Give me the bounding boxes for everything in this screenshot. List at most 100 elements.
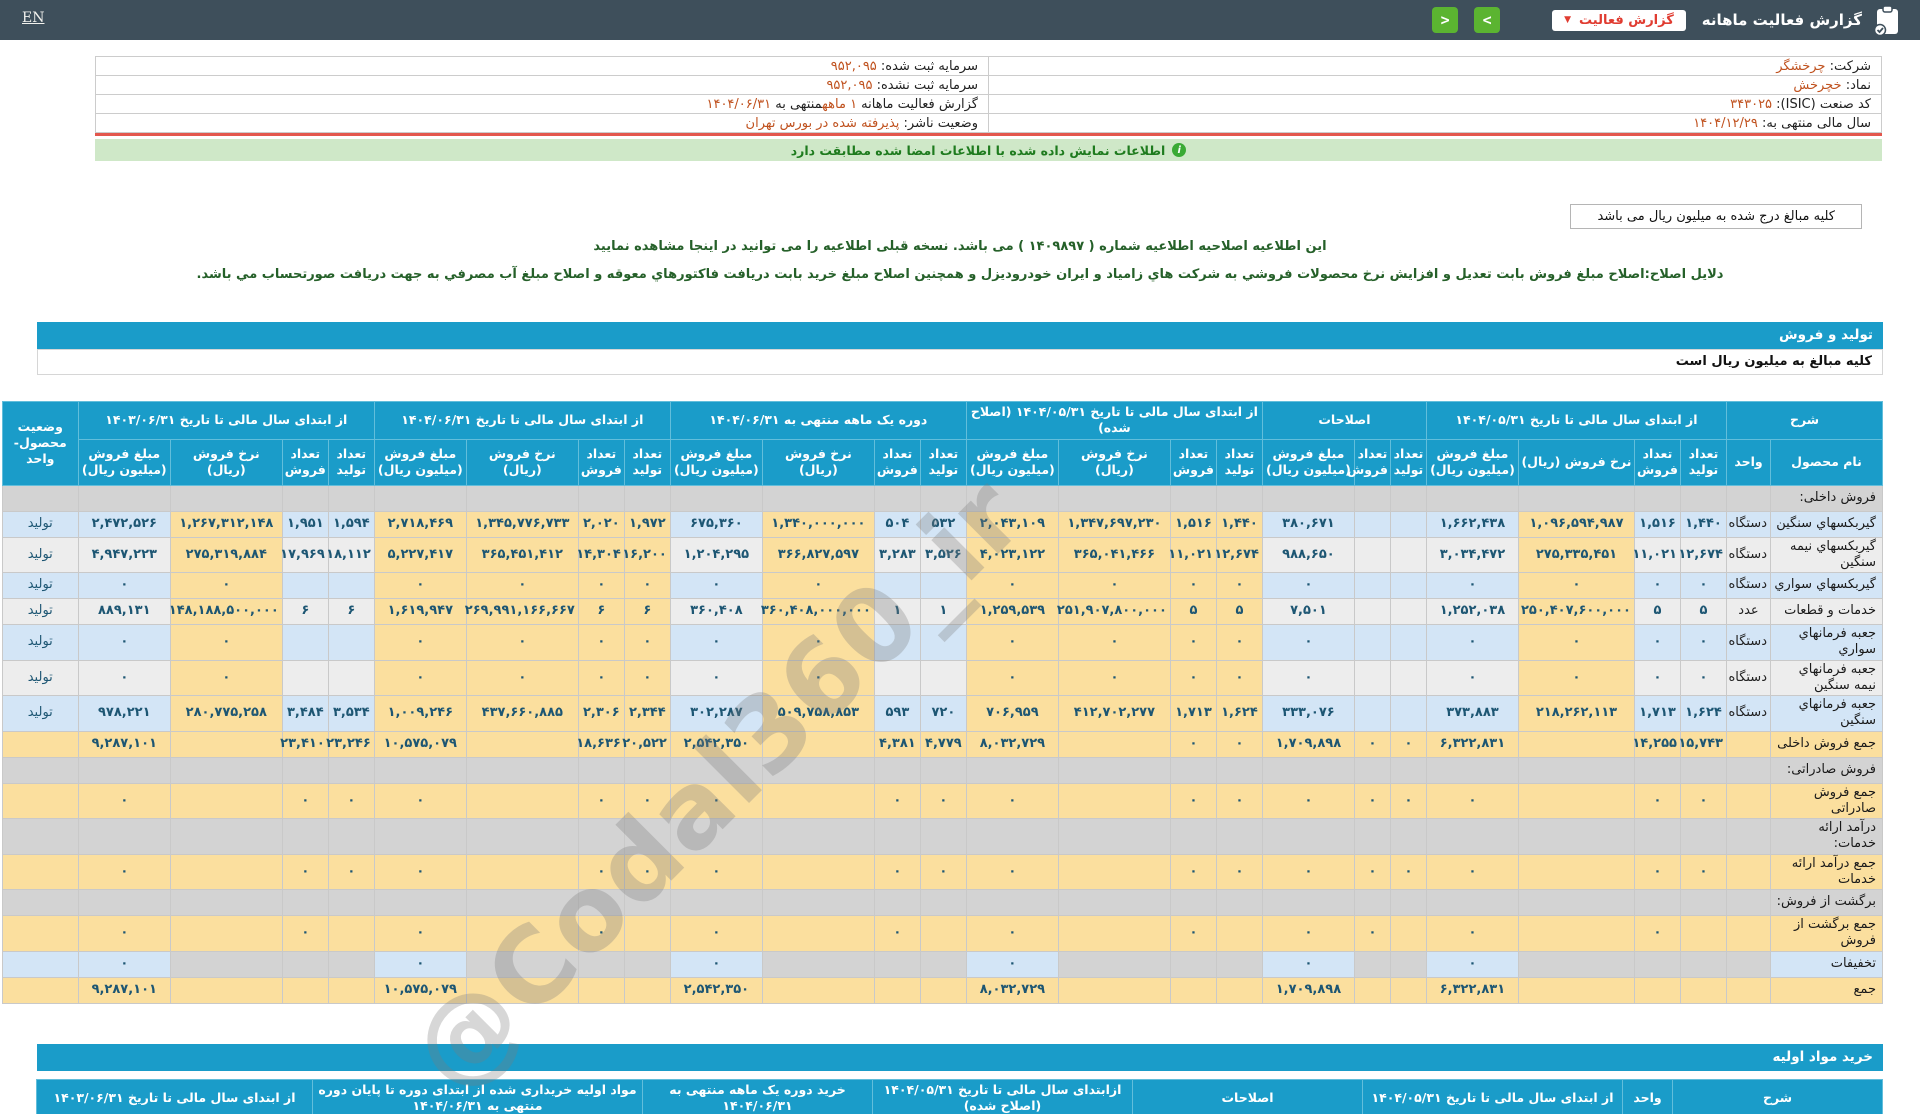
page-title: گزارش فعالیت ماهانه	[1702, 11, 1862, 29]
value-cell: ۵	[1170, 599, 1216, 625]
column-header: تعداد تولید	[920, 439, 966, 485]
value-cell	[1680, 916, 1726, 952]
value-cell	[1354, 977, 1390, 1003]
value-cell: ۱,۷۱۳	[1634, 696, 1680, 732]
value-cell: ۶,۳۲۲,۸۳۱	[1426, 977, 1518, 1003]
value-cell	[578, 951, 624, 977]
info-cell: گزارش فعالیت ماهانه ۱ ماههمنتهی به ۱۴۰۴/…	[96, 95, 989, 114]
section-empty-cell	[966, 890, 1058, 916]
language-en-link[interactable]: EN	[22, 10, 44, 26]
info-cell: شرکت: چرخشگر	[989, 57, 1882, 76]
value-cell: ۶۷۵,۳۶۰	[670, 511, 762, 537]
value-cell	[1170, 951, 1216, 977]
section-empty-cell	[78, 757, 170, 783]
status-cell: تولید	[2, 511, 78, 537]
value-cell	[1518, 783, 1634, 819]
column-header: تعداد تولید	[1390, 439, 1426, 485]
column-header: تعداد تولید	[1680, 439, 1726, 485]
column-header: از ابتدای سال مالی تا تاریخ ۱۴۰۳/۰۶/۳۱	[78, 402, 374, 440]
value-cell: ۰	[1170, 573, 1216, 599]
value-cell: ۰	[1216, 854, 1262, 890]
section-empty-cell	[374, 890, 466, 916]
section-empty-cell	[1262, 890, 1354, 916]
section-empty-cell	[1426, 890, 1518, 916]
value-cell: ۱,۹۵۱	[282, 511, 328, 537]
section-empty-cell	[1216, 890, 1262, 916]
value-cell: ۳۶۵,۴۵۱,۴۱۲	[466, 537, 578, 573]
value-cell	[1354, 951, 1390, 977]
section-empty-cell	[578, 485, 624, 511]
table-row: شرحواحداز ابتدای سال مالی تا تاریخ ۱۴۰۴/…	[37, 1079, 1883, 1114]
value-cell	[874, 977, 920, 1003]
value-cell: ۰	[1518, 573, 1634, 599]
table-row: جمع۶,۳۲۲,۸۳۱۱,۷۰۹,۸۹۸۸,۰۳۲,۷۲۹۲,۵۴۲,۳۵۰۱…	[2, 977, 1882, 1003]
section-empty-cell	[1058, 757, 1170, 783]
value-cell: ۰	[1634, 573, 1680, 599]
section-empty-cell	[966, 485, 1058, 511]
section-empty-cell	[328, 485, 374, 511]
value-cell: ۰	[966, 854, 1058, 890]
table-row: جمع فروش صادراتی۰۰۰۰۰۰۰۰۰۰۰۰۰۰۰۰۰۰	[2, 783, 1882, 819]
value-cell	[282, 977, 328, 1003]
section-empty-cell	[2, 890, 78, 916]
section-empty-cell	[78, 485, 170, 511]
section-empty-cell	[1518, 819, 1634, 855]
section-empty-cell	[1726, 819, 1770, 855]
info-value: پذیرفته شده در بورس تهران	[746, 116, 900, 131]
nav-prev-button[interactable]: <	[1432, 7, 1458, 33]
section-empty-cell	[762, 819, 874, 855]
value-cell: ۵۹۳	[874, 696, 920, 732]
column-header: مبلغ فروش (میلیون ریال)	[78, 439, 170, 485]
value-cell: ۳۷۳,۸۸۳	[1426, 696, 1518, 732]
value-cell: ۲,۷۱۸,۴۶۹	[374, 511, 466, 537]
value-cell: ۰	[1390, 783, 1426, 819]
section-empty-cell	[328, 890, 374, 916]
column-header: تعداد فروش	[282, 439, 328, 485]
value-cell	[170, 783, 282, 819]
report-type-dropdown[interactable]: گزارش فعالیت ▼	[1552, 10, 1686, 31]
value-cell	[282, 573, 328, 599]
unit-cell: دستگاه	[1726, 696, 1770, 732]
column-header: تعداد تولید	[1216, 439, 1262, 485]
table-row: گیربکسهاي سنگیندستگاه۱,۴۴۰۱,۵۱۶۱,۰۹۶,۵۹۴…	[2, 511, 1882, 537]
column-header: نرخ فروش (ریال)	[1518, 439, 1634, 485]
value-cell: ۰	[1426, 573, 1518, 599]
value-cell: ۰	[1680, 625, 1726, 661]
value-cell	[1634, 951, 1680, 977]
value-cell	[1354, 660, 1390, 696]
value-cell: ۱,۰۰۹,۲۴۶	[374, 696, 466, 732]
nav-next-button[interactable]: >	[1474, 7, 1500, 33]
value-cell: ۰	[670, 916, 762, 952]
value-cell: ۰	[1216, 731, 1262, 757]
value-cell: ۳,۲۸۳	[874, 537, 920, 573]
column-header: خرید دوره یک ماهه منتهی به ۱۴۰۴/۰۶/۳۱	[643, 1079, 873, 1114]
info-label: منتهی به	[771, 97, 822, 112]
value-cell: ۲۰,۵۲۲	[624, 731, 670, 757]
value-cell: ۴,۹۴۷,۲۲۳	[78, 537, 170, 573]
top-bar: EN گزارش فعالیت ماهانه گزارش فعالیت ▼ > …	[0, 0, 1920, 40]
section-header-production-sales: تولید و فروش	[37, 322, 1883, 349]
value-cell: ۰	[1426, 854, 1518, 890]
column-header: ازابتدای سال مالی تا تاریخ ۱۴۰۴/۰۵/۳۱ (ا…	[873, 1079, 1133, 1114]
section-empty-cell	[920, 819, 966, 855]
value-cell: ۲,۳۴۴	[624, 696, 670, 732]
value-cell: ۳۶۶,۸۲۷,۵۹۷	[762, 537, 874, 573]
value-cell: ۲,۰۲۰	[578, 511, 624, 537]
previous-version-link[interactable]: اینجا	[689, 239, 718, 254]
section-empty-cell	[1680, 890, 1726, 916]
section-empty-cell	[966, 819, 1058, 855]
section-empty-cell	[1058, 819, 1170, 855]
column-header: مبلغ فروش (میلیون ریال)	[966, 439, 1058, 485]
section-empty-cell	[1216, 819, 1262, 855]
table-row: جمع برگشت از فروش۰۰۰۰۰۰۰۰۰۰۰۰	[2, 916, 1882, 952]
million-rial-note-box: کلیه مبالغ درج شده به میلیون ریال می باش…	[1570, 204, 1862, 229]
value-cell	[1354, 696, 1390, 732]
value-cell: ۱	[874, 599, 920, 625]
value-cell	[466, 854, 578, 890]
value-cell: ۰	[1170, 625, 1216, 661]
value-cell	[1354, 599, 1390, 625]
value-cell	[1354, 537, 1390, 573]
value-cell: ۰	[624, 783, 670, 819]
section-empty-cell	[1680, 485, 1726, 511]
value-cell: ۲,۵۴۲,۳۵۰	[670, 731, 762, 757]
